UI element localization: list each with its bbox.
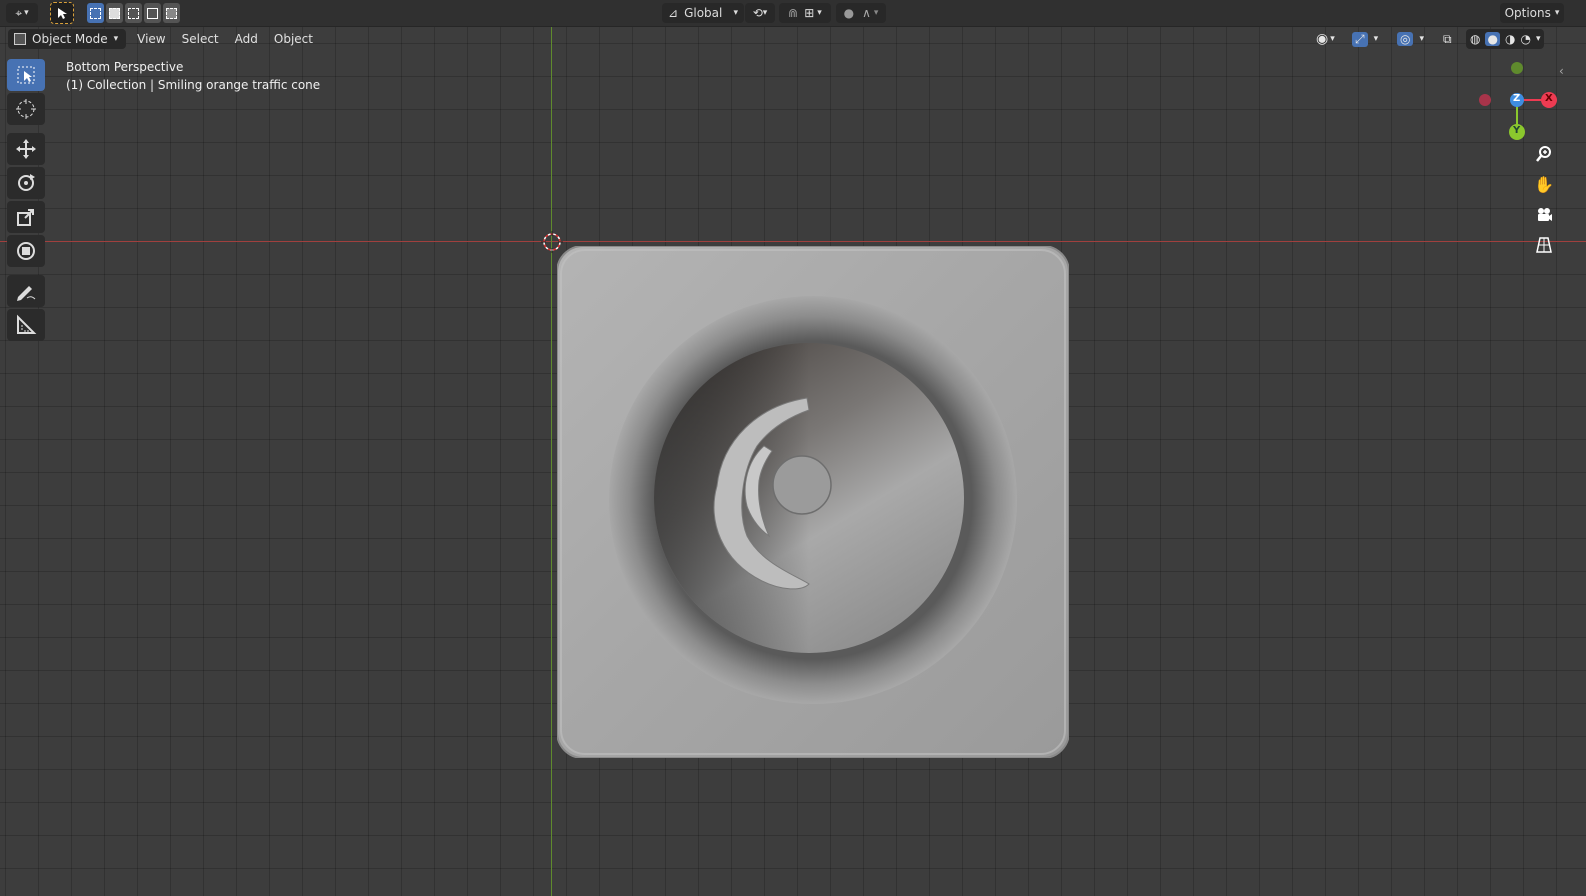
gizmo-y-label: Y (1513, 125, 1521, 136)
chevron-down-icon: ▾ (873, 8, 879, 18)
menu-view[interactable]: View (132, 30, 170, 48)
solid-shading-icon[interactable]: ● (1485, 32, 1500, 46)
pencil-icon (17, 286, 36, 301)
selection-mode-group (87, 3, 180, 23)
chevron-down-icon: ▾ (113, 34, 119, 44)
rotate-tool[interactable] (7, 167, 45, 199)
navigation-gizmo[interactable]: X Y Z (1474, 58, 1560, 144)
rendered-shading-icon[interactable]: ◔ (1520, 32, 1530, 46)
gizmo-neg-x-icon (1479, 94, 1491, 106)
select-new-button[interactable] (87, 3, 104, 23)
object-mode-icon (14, 33, 26, 45)
xray-icon: ⧉ (1443, 31, 1452, 46)
select-box-tool[interactable] (7, 59, 45, 91)
overlays-icon: ◎ (1397, 32, 1414, 46)
snap-dropdown[interactable]: ⋒ ⊞ ▾ (779, 3, 831, 23)
menu-object[interactable]: Object (269, 30, 318, 48)
pan-button[interactable]: ✋ (1530, 170, 1558, 198)
chevron-down-icon: ▾ (817, 8, 822, 18)
grid-perspective-icon (1536, 237, 1552, 253)
hand-icon: ✋ (1534, 174, 1554, 194)
chevron-down-icon: ▾ (1419, 34, 1425, 44)
transform-orientation-dropdown[interactable]: ⊿ Global ▾ (662, 3, 744, 23)
object-mode-label: Object Mode (32, 32, 108, 46)
move-tool[interactable] (7, 133, 45, 165)
select-intersect-icon (166, 7, 177, 19)
chevron-down-icon: ▾ (1373, 34, 1379, 44)
gizmo-z-label: Z (1513, 93, 1521, 104)
select-extend-button[interactable] (106, 3, 123, 23)
measure-tool[interactable] (7, 309, 45, 341)
proportional-edit-dropdown[interactable]: ● ∧ ▾ (836, 3, 886, 23)
select-invert-button[interactable] (144, 3, 161, 23)
falloff-icon: ∧ (862, 6, 871, 20)
cursor-icon (16, 99, 36, 119)
shading-modes: ◍ ● ◑ ◔ ▾ (1466, 29, 1545, 49)
zoom-icon (1536, 146, 1551, 162)
menu-add[interactable]: Add (230, 30, 263, 48)
gizmo-icon: ⤢ (1352, 31, 1368, 47)
select-extend-icon (109, 7, 120, 19)
camera-view-button[interactable] (1530, 201, 1558, 229)
collection-info-label: (1) Collection | Smiling orange traffic … (66, 78, 321, 92)
cursor-arrow-icon (58, 8, 67, 19)
3d-viewport[interactable] (0, 0, 1586, 896)
annotate-tool[interactable] (7, 275, 45, 307)
perspective-toggle-button[interactable] (1530, 231, 1558, 259)
transform-tool[interactable] (7, 235, 45, 267)
camera-icon (1538, 208, 1552, 221)
chevron-down-icon[interactable]: ▾ (1536, 34, 1541, 44)
options-label: Options (1504, 6, 1551, 20)
select-invert-icon (147, 7, 158, 19)
transform-icon (17, 242, 35, 260)
traffic-cone-object[interactable] (556, 245, 1070, 759)
chevron-down-icon: ▾ (733, 8, 738, 18)
pivot-icon: ⟲ (752, 6, 763, 20)
viewport-menu-row: Object Mode ▾ View Select Add Object (8, 29, 318, 49)
x-axis-line (0, 241, 1586, 242)
options-dropdown[interactable]: Options ▾ (1500, 3, 1564, 23)
cursor-tool[interactable] (7, 93, 45, 125)
move-icon (16, 139, 36, 159)
select-subtract-icon (128, 7, 139, 19)
chevron-down-icon: ▾ (24, 8, 29, 18)
select-box-icon (17, 66, 35, 84)
overlays-toggle[interactable]: ◎ ▾ (1397, 29, 1424, 49)
select-tool-button[interactable] (50, 2, 74, 24)
snap-target-icon: ⊞ (804, 6, 815, 20)
scale-icon (17, 209, 34, 226)
viewport-header: ⌖ ▾ ⊿ Global ▾ ⟲ ▾ ⋒ ⊞ ▾ ● ∧ ▾ Options ▾ (0, 0, 1586, 27)
visibility-dropdown[interactable]: ◉ ▾ (1316, 29, 1335, 49)
ruler-icon (17, 314, 37, 334)
y-axis-line (551, 26, 552, 896)
pivot-point-dropdown[interactable]: ⟲ ▾ (745, 3, 775, 23)
editor-type-icon: ⌖ (15, 5, 23, 20)
xray-toggle[interactable]: ⧉ (1443, 29, 1452, 49)
rotate-icon (18, 174, 35, 191)
transform-orientation-label: Global (684, 6, 723, 20)
tool-shelf (7, 59, 49, 343)
view-name-label: Bottom Perspective (66, 60, 184, 74)
zoom-button[interactable] (1530, 140, 1558, 168)
scale-tool[interactable] (7, 201, 45, 233)
material-shading-icon[interactable]: ◑ (1505, 32, 1515, 46)
menu-select[interactable]: Select (177, 30, 224, 48)
chevron-down-icon: ▾ (1330, 34, 1335, 44)
editor-type-button[interactable]: ⌖ ▾ (6, 3, 38, 23)
proportional-edit-icon: ● (843, 6, 855, 20)
gizmo-x-label: X (1545, 93, 1553, 104)
select-new-icon (90, 7, 101, 19)
wireframe-shading-icon[interactable]: ◍ (1470, 32, 1480, 46)
orientation-icon: ⊿ (668, 6, 679, 20)
select-subtract-button[interactable] (125, 3, 142, 23)
chevron-down-icon: ▾ (762, 8, 768, 18)
magnet-icon: ⋒ (788, 6, 799, 20)
object-mode-dropdown[interactable]: Object Mode ▾ (8, 29, 127, 49)
chevron-down-icon: ▾ (1554, 8, 1560, 18)
eye-icon: ◉ (1316, 31, 1329, 47)
gizmo-toggle[interactable]: ⤢ ▾ (1352, 29, 1378, 49)
select-intersect-button[interactable] (163, 3, 180, 23)
gizmo-neg-y-icon (1511, 62, 1523, 74)
